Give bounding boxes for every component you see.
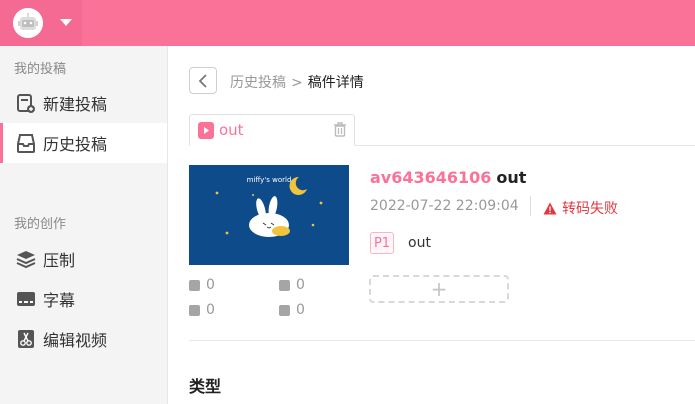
part-badge: P1	[370, 232, 394, 254]
account-menu[interactable]	[0, 0, 82, 46]
tab-video[interactable]: out	[189, 114, 355, 146]
play-count: 0	[189, 277, 215, 293]
breadcrumb: 历史投稿 > 稿件详情	[230, 72, 364, 92]
av-id-link[interactable]: av643646106	[370, 168, 491, 187]
video-thumbnail[interactable]: miffy's world	[189, 165, 349, 265]
top-bar	[0, 0, 695, 46]
warning-icon	[543, 202, 557, 214]
history-uploads-icon	[15, 133, 36, 154]
robot-avatar-icon	[13, 8, 43, 38]
scissors-icon	[15, 329, 36, 350]
section-divider	[189, 340, 695, 341]
type-section-title: 类型	[189, 377, 222, 396]
play-count-icon	[189, 279, 200, 291]
sidebar-item-label: 编辑视频	[43, 331, 108, 350]
subtitle-icon	[15, 289, 36, 310]
miffy-illustration	[215, 176, 323, 237]
sidebar-item-new-upload[interactable]: 新建投稿	[0, 83, 167, 123]
sidebar-section-my-uploads: 我的投稿	[14, 62, 67, 77]
part-title: out	[408, 235, 431, 251]
video-title-line: av643646106 out	[370, 168, 526, 187]
chevron-left-icon	[198, 73, 207, 88]
video-title: out	[496, 168, 527, 187]
sidebar: 我的投稿 新建投稿 历史投稿 我的创作 压制 字幕 编辑视频	[0, 46, 168, 404]
status-badge: 转码失败	[543, 198, 618, 218]
new-upload-icon	[15, 93, 36, 114]
breadcrumb-current: 稿件详情	[307, 75, 364, 91]
tab-label: out	[219, 121, 244, 139]
sidebar-item-label: 压制	[43, 251, 76, 270]
chevron-down-icon[interactable]	[60, 19, 72, 26]
breadcrumb-parent-link[interactable]: 历史投稿	[230, 75, 286, 91]
sidebar-item-subtitle[interactable]: 字幕	[0, 279, 167, 319]
sidebar-item-label: 字幕	[43, 291, 76, 310]
sidebar-item-history-uploads[interactable]: 历史投稿	[0, 123, 167, 163]
add-part-button[interactable]: +	[369, 275, 509, 303]
danmaku-count: 0	[279, 277, 305, 293]
sidebar-item-compress[interactable]: 压制	[0, 239, 167, 279]
trash-icon[interactable]	[333, 122, 347, 137]
divider	[530, 196, 531, 216]
coin-count: 0	[189, 302, 215, 318]
sidebar-item-edit-video[interactable]: 编辑视频	[0, 319, 167, 359]
comment-count: 0	[279, 302, 305, 318]
comment-icon	[279, 304, 290, 316]
breadcrumb-separator: >	[291, 75, 303, 91]
coin-icon	[189, 304, 200, 316]
sidebar-section-my-creations: 我的创作	[14, 217, 67, 232]
upload-datetime: 2022-07-22 22:09:04	[370, 198, 519, 214]
play-icon	[198, 122, 214, 139]
sidebar-item-label: 新建投稿	[43, 95, 108, 114]
avatar[interactable]	[13, 8, 43, 38]
sidebar-item-label: 历史投稿	[43, 135, 108, 154]
back-button[interactable]	[189, 67, 217, 94]
layers-icon	[15, 249, 36, 270]
danmaku-icon	[279, 279, 290, 291]
